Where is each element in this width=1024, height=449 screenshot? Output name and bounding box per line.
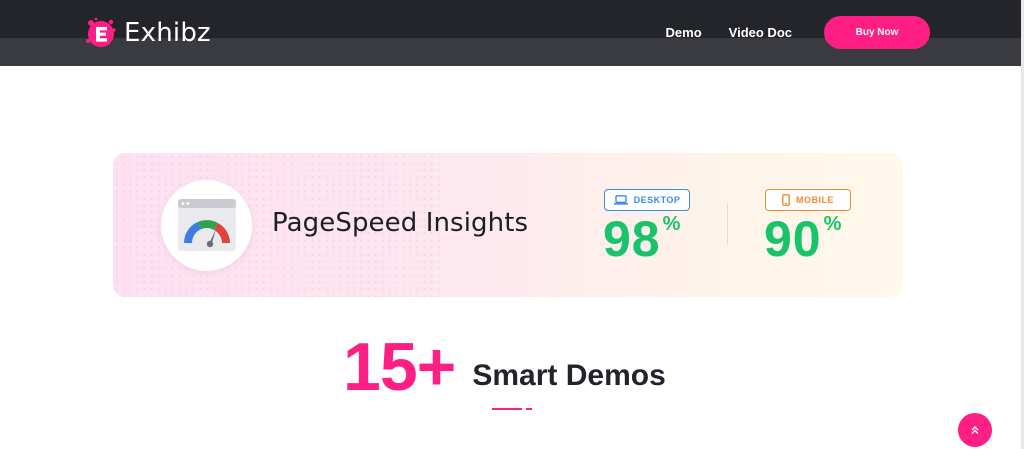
smartphone-icon [782,194,790,206]
mobile-badge: MOBILE [765,189,851,211]
pagespeed-title: PageSpeed Insights [272,208,529,238]
pagespeed-gauge-icon [178,199,236,251]
pagespeed-icon-badge [161,180,252,271]
demos-label: Smart Demos [472,359,666,392]
laptop-icon [613,195,628,205]
desktop-score: DESKTOP 98 % [603,189,703,265]
desktop-score-value: 98 % [603,213,703,265]
page: Exhibz Demo Video Doc Buy Now PageSpeed … [0,0,1024,449]
nav-link-demo[interactable]: Demo [666,25,702,40]
heading-underline [492,408,522,410]
mobile-score: MOBILE 90 % [764,189,864,265]
exhibz-e-splash-icon [84,16,118,50]
mobile-score-value: 90 % [764,213,864,265]
buy-now-button[interactable]: Buy Now [824,16,930,49]
score-divider [727,203,728,245]
site-logo[interactable]: Exhibz [84,15,211,51]
desktop-score-number: 98 [603,211,661,267]
nav-link-video-doc[interactable]: Video Doc [729,25,792,40]
pagespeed-card: PageSpeed Insights DESKTOP 98 % MOBILE 9… [113,153,903,297]
heading-underline-dot [526,408,532,410]
logo-text: Exhibz [124,18,211,48]
smart-demos-heading: 15+ Smart Demos [343,333,666,401]
site-header: Exhibz Demo Video Doc Buy Now [0,0,1024,66]
demos-count: 15+ [343,329,456,405]
desktop-label: DESKTOP [633,195,681,205]
desktop-score-unit: % [662,213,681,235]
mobile-score-number: 90 [764,211,822,267]
main-nav: Demo Video Doc Buy Now [666,16,930,49]
desktop-badge: DESKTOP [604,189,690,211]
scroll-to-top-button[interactable] [958,413,992,447]
mobile-label: MOBILE [796,195,834,205]
double-chevron-up-icon [971,426,979,434]
mobile-score-unit: % [823,213,842,235]
